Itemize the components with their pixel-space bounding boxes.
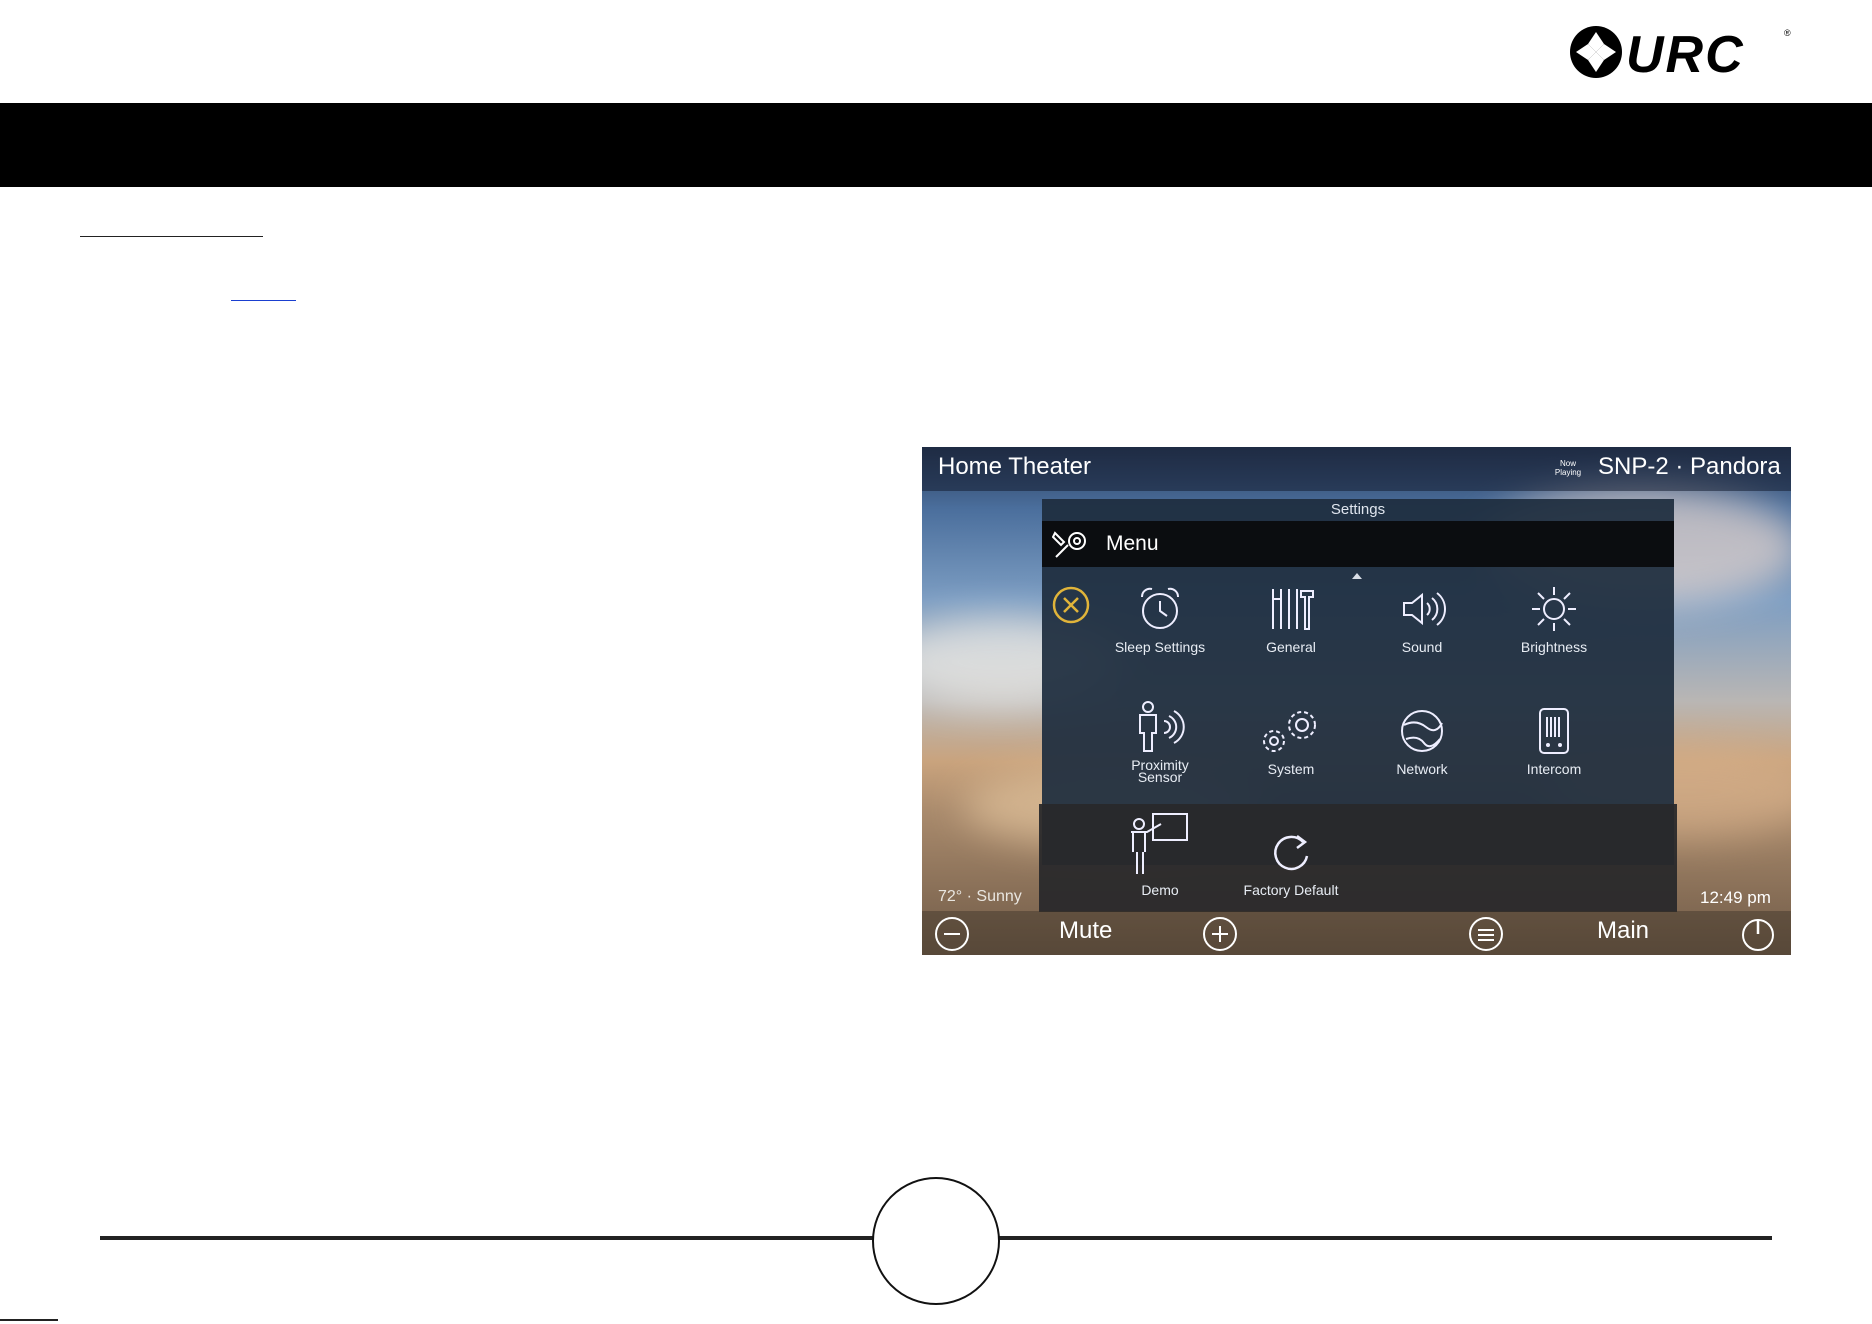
wrench-gear-icon bbox=[1052, 531, 1086, 558]
corner-mark bbox=[0, 1319, 58, 1321]
tile-label: Sound bbox=[1401, 639, 1443, 655]
volume-up-icon[interactable] bbox=[1202, 916, 1238, 952]
tile-intercom[interactable]: Intercom bbox=[1494, 705, 1614, 777]
room-name[interactable]: Home Theater bbox=[938, 453, 1091, 481]
proximity-sensor-icon bbox=[1139, 701, 1185, 752]
power-icon[interactable] bbox=[1740, 916, 1776, 952]
scroll-up-caret-icon[interactable] bbox=[1352, 573, 1362, 579]
tile-label: Network bbox=[1396, 761, 1448, 777]
intercom-icon bbox=[1539, 708, 1569, 754]
device-bottom-bar: Mute Main bbox=[922, 911, 1791, 955]
main-button[interactable]: Main bbox=[1597, 917, 1649, 945]
now-playing-source[interactable]: SNP-2 · Pandora bbox=[1598, 453, 1781, 481]
tile-factory-default[interactable]: Factory Default bbox=[1231, 826, 1351, 898]
device-screenshot: Home Theater Now Playing SNP-2 · Pandora… bbox=[922, 447, 1791, 955]
menu-label: Menu bbox=[1106, 532, 1159, 555]
settings-title: Settings bbox=[1330, 501, 1386, 518]
heading-underline bbox=[80, 236, 263, 237]
volume-down-icon[interactable] bbox=[934, 916, 970, 952]
clock: 12:49 pm bbox=[1700, 888, 1771, 907]
tile-label: Intercom bbox=[1526, 761, 1582, 777]
tile-sound[interactable]: Sound bbox=[1362, 583, 1482, 655]
tile-proximity-sensor[interactable]: Proximity Sensor bbox=[1100, 699, 1220, 785]
globe-icon bbox=[1401, 710, 1443, 752]
header-bar bbox=[0, 103, 1872, 187]
tile-network[interactable]: Network bbox=[1362, 705, 1482, 777]
svg-text:URC: URC bbox=[1626, 26, 1745, 82]
tile-label: Sleep Settings bbox=[1114, 639, 1206, 655]
tools-icon bbox=[1272, 589, 1314, 630]
device-top-bar: Home Theater Now Playing SNP-2 · Pandora bbox=[922, 447, 1791, 491]
list-menu-icon[interactable] bbox=[1468, 916, 1504, 952]
tile-brightness[interactable]: Brightness bbox=[1494, 583, 1614, 655]
tile-system[interactable]: System bbox=[1231, 705, 1351, 777]
alarm-clock-icon bbox=[1141, 587, 1179, 629]
reset-icon bbox=[1274, 835, 1309, 871]
now-playing-label: Now Playing bbox=[1554, 459, 1582, 477]
weather-readout[interactable]: 72° · Sunny bbox=[938, 888, 1022, 906]
speaker-icon bbox=[1403, 592, 1446, 626]
link-underline[interactable] bbox=[231, 300, 296, 301]
page-number-circle bbox=[872, 1177, 1000, 1305]
tile-label: Factory Default bbox=[1243, 882, 1339, 898]
urc-logo: URC ® bbox=[1570, 26, 1791, 82]
svg-text:®: ® bbox=[1784, 28, 1791, 38]
gears-icon bbox=[1263, 711, 1316, 752]
tile-demo[interactable]: Demo bbox=[1100, 810, 1220, 898]
sun-icon bbox=[1532, 587, 1576, 631]
tile-label-line2: Sensor bbox=[1137, 769, 1183, 785]
tile-label: System bbox=[1267, 761, 1315, 777]
close-icon[interactable] bbox=[1051, 585, 1091, 625]
mute-button[interactable]: Mute bbox=[1059, 917, 1112, 945]
settings-lower-section: Demo Factory Default bbox=[1039, 804, 1677, 912]
tile-label: Brightness bbox=[1520, 639, 1588, 655]
tile-sleep-settings[interactable]: Sleep Settings bbox=[1100, 583, 1220, 655]
tile-label: Demo bbox=[1141, 882, 1179, 898]
tile-general[interactable]: General bbox=[1231, 583, 1351, 655]
presenter-icon bbox=[1131, 813, 1188, 874]
menu-bar: Menu bbox=[1042, 521, 1674, 567]
tile-label: General bbox=[1266, 639, 1316, 655]
